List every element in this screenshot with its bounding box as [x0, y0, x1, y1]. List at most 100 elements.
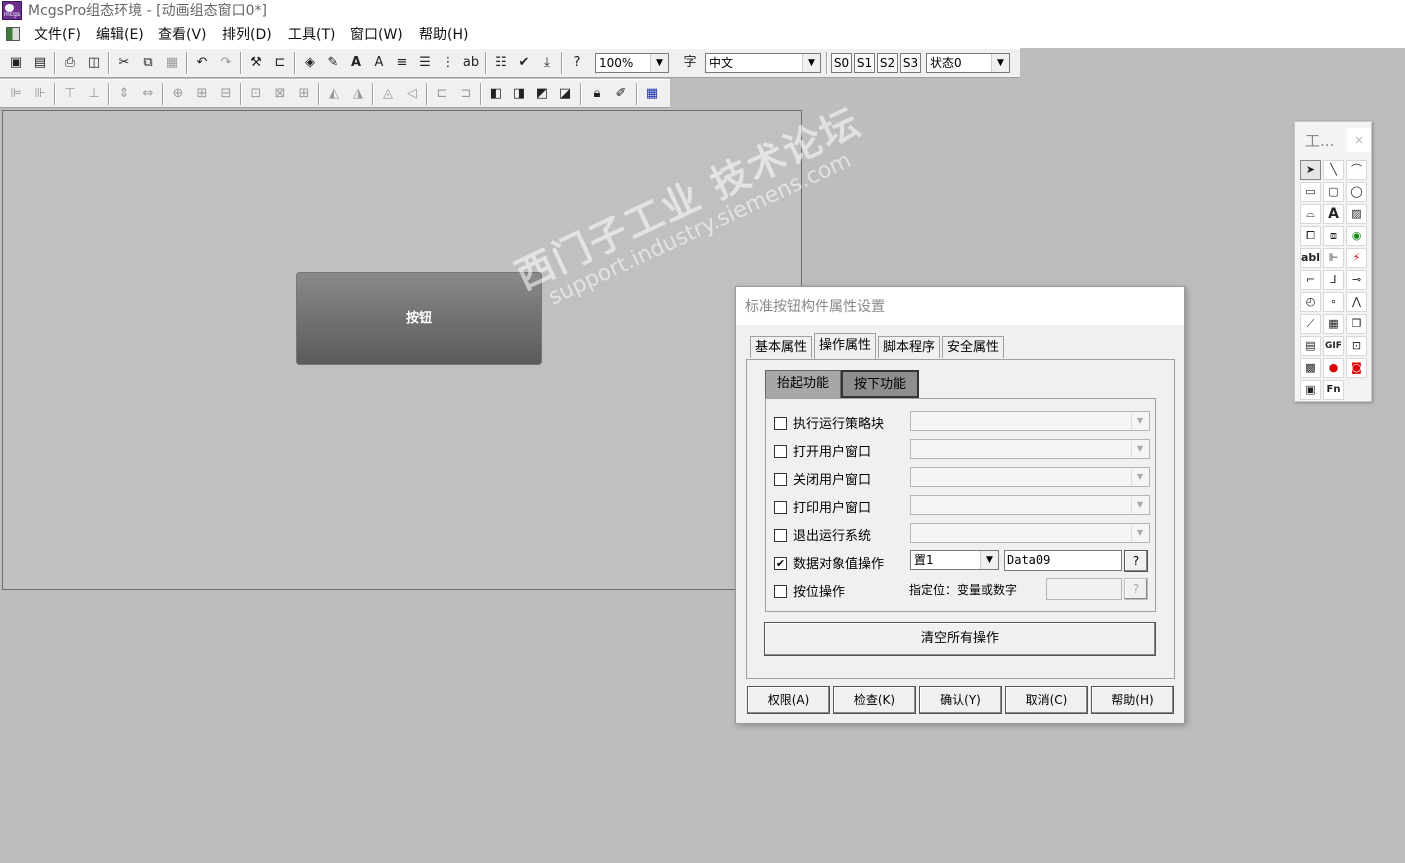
layout-icon[interactable]: ⊏: [270, 53, 290, 73]
pointer-icon[interactable]: ➤: [1300, 160, 1321, 180]
variable-help-button[interactable]: ?: [1124, 550, 1148, 572]
state-s3-button[interactable]: S3: [900, 53, 921, 73]
tab-basic[interactable]: 基本属性: [750, 336, 813, 358]
open-window-select[interactable]: ▼: [910, 439, 1150, 459]
tab-script[interactable]: 脚本程序: [878, 336, 941, 358]
checkbox-close-window[interactable]: [774, 473, 787, 486]
menu-view[interactable]: 查看(V): [158, 22, 207, 48]
language-icon[interactable]: 字: [680, 53, 700, 73]
ellipse-icon[interactable]: ◯: [1346, 182, 1367, 202]
table-icon[interactable]: ▦: [1323, 314, 1344, 334]
same-height-icon[interactable]: ⇕: [114, 84, 134, 104]
permission-button[interactable]: 权限(A): [747, 686, 830, 714]
switch-icon[interactable]: ⅃: [1323, 270, 1344, 290]
same-width-icon[interactable]: ⇔: [138, 84, 158, 104]
label-icon[interactable]: ⧈: [1323, 226, 1344, 246]
paste-icon[interactable]: ▦: [162, 53, 182, 73]
line-style-icon[interactable]: ☰: [415, 53, 435, 73]
undo-icon[interactable]: ↶: [192, 53, 212, 73]
bit-input[interactable]: [1046, 578, 1122, 600]
grid-layout-icon[interactable]: ▦: [642, 84, 662, 104]
lock-icon[interactable]: 🔒︎: [587, 84, 607, 104]
text-box-icon[interactable]: ab: [461, 53, 481, 73]
photo-icon[interactable]: ▣: [1300, 380, 1321, 400]
checkbox-run-strategy[interactable]: [774, 417, 787, 430]
spacing-icon[interactable]: ⊡: [246, 84, 266, 104]
qrcode-icon[interactable]: ▩: [1300, 358, 1321, 378]
bring-front-icon[interactable]: ◧: [486, 84, 506, 104]
align-right-icon[interactable]: ⊪: [30, 84, 50, 104]
window-icon[interactable]: ❐: [1346, 314, 1367, 334]
menu-file[interactable]: 文件(F): [34, 22, 81, 48]
arc-icon[interactable]: ⌒: [1346, 160, 1367, 180]
clock-icon[interactable]: ◴: [1300, 292, 1321, 312]
ungroup-icon[interactable]: ⊐: [456, 84, 476, 104]
line-icon[interactable]: ╲: [1323, 160, 1344, 180]
confirm-button[interactable]: 确认(Y): [919, 686, 1002, 714]
menu-window[interactable]: 窗口(W): [350, 22, 403, 48]
checkbox-bit-operation[interactable]: [774, 585, 787, 598]
menu-edit[interactable]: 编辑(E): [96, 22, 144, 48]
grid-icon[interactable]: ⋮: [438, 53, 458, 73]
font-icon[interactable]: A: [369, 53, 389, 73]
input-box-icon[interactable]: abl: [1300, 248, 1321, 268]
checkbox-open-window[interactable]: [774, 445, 787, 458]
canvas-button[interactable]: 按钮: [296, 272, 542, 365]
state-s2-button[interactable]: S2: [877, 53, 898, 73]
language-select[interactable]: 中文 ▼: [705, 53, 821, 73]
checkbox-exit-system[interactable]: [774, 529, 787, 542]
line-color-icon[interactable]: ✎: [323, 53, 343, 73]
open-icon[interactable]: ▣: [6, 53, 26, 73]
zoom-select[interactable]: 100% ▼: [595, 53, 669, 73]
subtab-release[interactable]: 抬起功能: [765, 370, 841, 398]
variable-input[interactable]: Data09: [1004, 550, 1122, 571]
check-icon[interactable]: ✔: [514, 53, 534, 73]
mirror-icon[interactable]: ◬: [378, 84, 398, 104]
rotate-icon[interactable]: ◁: [402, 84, 422, 104]
download-icon[interactable]: ⤓: [537, 53, 557, 73]
resistor-icon[interactable]: ⊸: [1346, 270, 1367, 290]
center-vertical-icon[interactable]: ⊞: [192, 84, 212, 104]
menu-help[interactable]: 帮助(H): [419, 22, 468, 48]
state-s0-button[interactable]: S0: [831, 53, 852, 73]
rounded-rect-icon[interactable]: ▢: [1323, 182, 1344, 202]
align-bottom-icon[interactable]: ⊥: [84, 84, 104, 104]
polygon-icon[interactable]: ⌓: [1300, 204, 1321, 224]
spacing-h-icon[interactable]: ⊠: [270, 84, 290, 104]
rectangle-icon[interactable]: ▭: [1300, 182, 1321, 202]
font-color-icon[interactable]: A: [346, 53, 366, 73]
exit-system-select[interactable]: ▼: [910, 523, 1150, 543]
print-icon[interactable]: ⎙: [60, 53, 80, 73]
trend-icon[interactable]: ⋀: [1346, 292, 1367, 312]
tools-icon[interactable]: ⚒: [246, 53, 266, 73]
group-icon[interactable]: ⊏: [432, 84, 452, 104]
alarm-panel-icon[interactable]: ◙: [1346, 358, 1367, 378]
menu-tools[interactable]: 工具(T): [288, 22, 335, 48]
tab-operation[interactable]: 操作属性: [814, 333, 877, 359]
slider-icon[interactable]: ⊩: [1323, 248, 1344, 268]
center-icon[interactable]: ⊕: [168, 84, 188, 104]
function-icon[interactable]: Fn: [1323, 380, 1344, 400]
line-type-icon[interactable]: ≡: [392, 53, 412, 73]
report-icon[interactable]: ▤: [1300, 336, 1321, 356]
spacing-v-icon[interactable]: ⊞: [294, 84, 314, 104]
bitmap-icon[interactable]: ▨: [1346, 204, 1367, 224]
center-horizontal-icon[interactable]: ⊟: [216, 84, 236, 104]
flip-v-icon[interactable]: ◮: [348, 84, 368, 104]
close-window-select[interactable]: ▼: [910, 467, 1150, 487]
alarm-light-icon[interactable]: ●: [1323, 358, 1344, 378]
flip-h-icon[interactable]: ◭: [324, 84, 344, 104]
print-window-select[interactable]: ▼: [910, 495, 1150, 515]
state-s1-button[interactable]: S1: [854, 53, 875, 73]
state-select[interactable]: 状态0 ▼: [926, 53, 1010, 73]
cancel-button[interactable]: 取消(C): [1005, 686, 1088, 714]
align-left-icon[interactable]: ⊫: [6, 84, 26, 104]
tab-security[interactable]: 安全属性: [942, 336, 1005, 358]
check-button[interactable]: 检查(K): [833, 686, 916, 714]
align-top-icon[interactable]: ⊤: [60, 84, 80, 104]
operation-select[interactable]: 置1 ▼: [910, 550, 999, 570]
print-preview-icon[interactable]: ◫: [84, 53, 104, 73]
checkbox-print-window[interactable]: [774, 501, 787, 514]
send-back-icon[interactable]: ◨: [509, 84, 529, 104]
gif-icon[interactable]: GIF: [1323, 336, 1344, 356]
